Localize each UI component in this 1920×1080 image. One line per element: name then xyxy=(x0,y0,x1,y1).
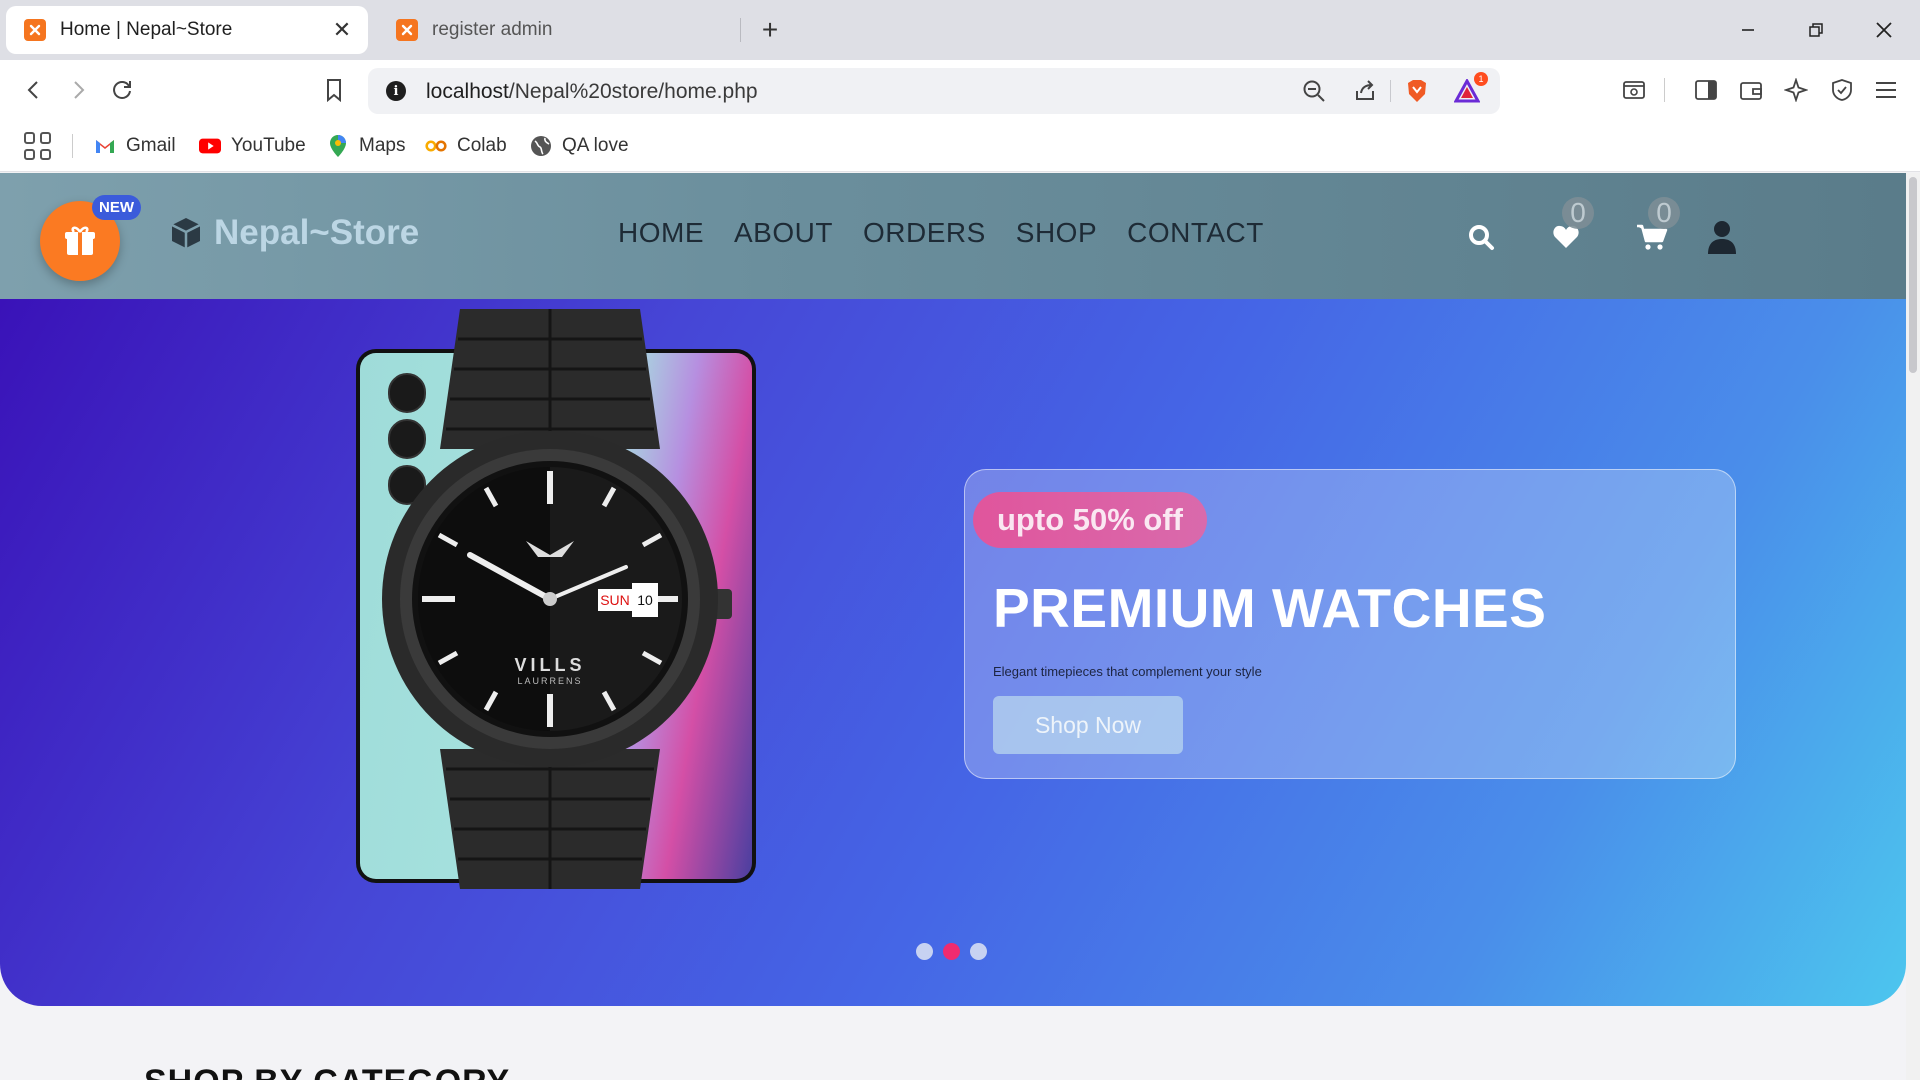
nav-home[interactable]: HOME xyxy=(618,217,704,249)
page-viewport: NEW Nepal~Store HOME ABOUT ORDERS SHOP C… xyxy=(0,173,1920,1080)
shop-by-category-heading: SHOP BY CATEGORY xyxy=(144,1063,510,1080)
hero-title: PREMIUM WATCHES xyxy=(993,577,1547,639)
watch-brand: VILLS xyxy=(514,655,585,675)
new-badge: NEW xyxy=(92,195,141,220)
new-tab-button[interactable]: + xyxy=(754,14,786,46)
nav-orders[interactable]: ORDERS xyxy=(863,217,986,249)
brave-shields-icon[interactable] xyxy=(1402,76,1432,106)
restore-button[interactable] xyxy=(1794,10,1838,50)
hero-slider: SUN 10 VILLS LAURRENS upto 50% off PREMI… xyxy=(0,299,1906,1006)
tab-register-admin[interactable]: register admin xyxy=(378,6,738,54)
wallet-icon[interactable] xyxy=(1731,70,1771,110)
scrollbar-thumb[interactable] xyxy=(1909,177,1917,373)
shop-now-button[interactable]: Shop Now xyxy=(993,696,1183,754)
tab-title: Home | Nepal~Store xyxy=(60,19,233,40)
tab-bar: Home | Nepal~Store ✕ register admin + xyxy=(0,0,1920,60)
youtube-icon xyxy=(199,135,221,157)
site-header: NEW Nepal~Store HOME ABOUT ORDERS SHOP C… xyxy=(0,173,1906,299)
reader-mode-icon[interactable] xyxy=(1614,70,1654,110)
gift-icon xyxy=(65,226,95,255)
bookmark-maps[interactable]: Maps xyxy=(327,132,405,160)
tab-separator xyxy=(740,18,741,42)
watch-day: SUN xyxy=(600,592,630,608)
bookmark-youtube[interactable]: YouTube xyxy=(199,132,306,160)
cube-icon xyxy=(171,218,201,248)
nav-shop[interactable]: SHOP xyxy=(1016,217,1097,249)
url-text[interactable]: localhost/Nepal%20store/home.php xyxy=(426,80,758,104)
slider-dots xyxy=(916,943,987,960)
cart-count: 0 xyxy=(1648,197,1680,229)
forward-button[interactable] xyxy=(58,70,98,110)
discount-badge: upto 50% off xyxy=(973,492,1207,548)
site-info-icon[interactable]: i xyxy=(386,81,406,101)
share-icon[interactable] xyxy=(1350,76,1380,106)
vpn-icon[interactable] xyxy=(1822,70,1862,110)
user-icon[interactable] xyxy=(1702,217,1742,257)
browser-toolbar: i localhost/Nepal%20store/home.php 1 xyxy=(0,60,1920,120)
address-bar[interactable]: i localhost/Nepal%20store/home.php 1 xyxy=(368,68,1500,114)
bookmark-colab[interactable]: Colab xyxy=(425,132,507,160)
sidebar-icon[interactable] xyxy=(1686,70,1726,110)
watch-date: 10 xyxy=(637,592,653,608)
watch-image: SUN 10 VILLS LAURRENS xyxy=(382,309,732,889)
globe-icon xyxy=(530,135,552,157)
tab-home[interactable]: Home | Nepal~Store ✕ xyxy=(6,6,368,54)
reload-button[interactable] xyxy=(102,70,142,110)
minimize-button[interactable] xyxy=(1726,10,1770,50)
apps-grid-icon[interactable] xyxy=(24,132,52,160)
menu-icon[interactable] xyxy=(1866,70,1906,110)
brave-rewards-icon[interactable]: 1 xyxy=(1452,72,1488,106)
tab-title: register admin xyxy=(432,19,553,40)
nav-contact[interactable]: CONTACT xyxy=(1127,217,1264,249)
main-nav: HOME ABOUT ORDERS SHOP CONTACT xyxy=(618,217,1264,249)
site-logo[interactable]: Nepal~Store xyxy=(168,213,419,253)
bookmark-icon[interactable] xyxy=(314,70,354,110)
promo-card: upto 50% off PREMIUM WATCHES Elegant tim… xyxy=(964,469,1736,779)
xampp-favicon-icon xyxy=(24,19,46,41)
nav-about[interactable]: ABOUT xyxy=(734,217,833,249)
bookmark-gmail[interactable]: Gmail xyxy=(94,132,176,160)
slider-dot-2[interactable] xyxy=(943,943,960,960)
leo-ai-icon[interactable] xyxy=(1776,70,1816,110)
logo-text: Nepal~Store xyxy=(214,213,420,252)
bookmark-qa-love[interactable]: QA love xyxy=(530,132,629,160)
watch-brand-sub: LAURRENS xyxy=(517,676,582,686)
back-button[interactable] xyxy=(14,70,54,110)
hero-subtitle: Elegant timepieces that complement your … xyxy=(993,664,1262,679)
slider-dot-1[interactable] xyxy=(916,943,933,960)
slider-dot-3[interactable] xyxy=(970,943,987,960)
page-scrollbar[interactable] xyxy=(1906,173,1920,1080)
zoom-out-icon[interactable] xyxy=(1299,76,1329,106)
colab-icon xyxy=(425,135,447,157)
close-window-button[interactable] xyxy=(1862,10,1906,50)
close-tab-icon[interactable]: ✕ xyxy=(328,16,356,44)
maps-icon xyxy=(327,135,349,157)
wishlist-count: 0 xyxy=(1562,197,1594,229)
gmail-icon xyxy=(94,135,116,157)
search-icon[interactable] xyxy=(1461,217,1501,257)
rewards-badge: 1 xyxy=(1474,72,1488,86)
bookmarks-bar: Gmail YouTube Maps Colab QA love xyxy=(0,120,1920,172)
xampp-favicon-icon xyxy=(396,19,418,41)
